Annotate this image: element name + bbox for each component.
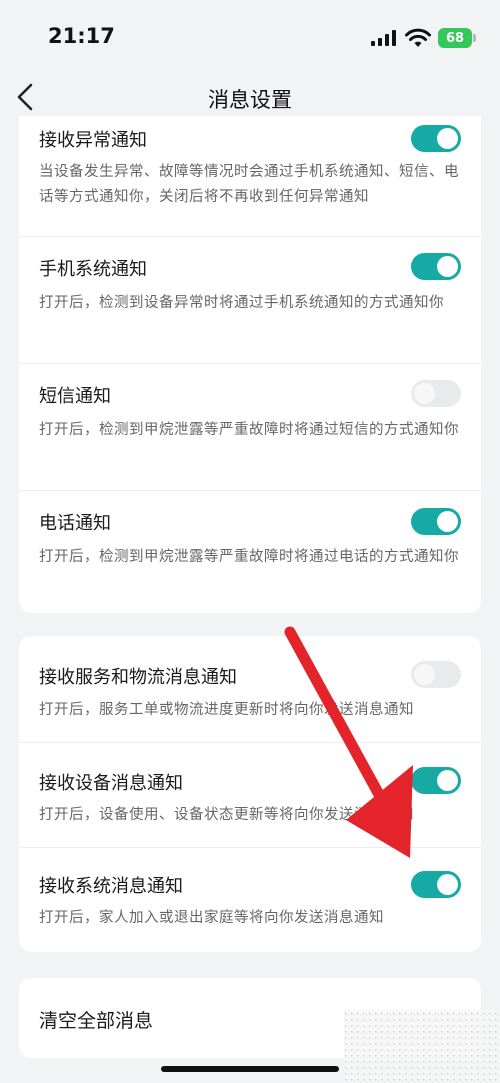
setting-title: 手机系统通知	[39, 259, 147, 280]
setting-row-sms-notify: 短信通知 打开后，检测到甲烷泄露等严重故障时将通过短信的方式通知你	[19, 364, 481, 490]
system-notify-toggle[interactable]	[411, 253, 461, 280]
setting-title: 接收异常通知	[39, 130, 147, 151]
setting-description: 打开后，家人加入或退出家庭等将向你发送消息通知	[39, 910, 384, 926]
cellular-signal-icon	[371, 30, 396, 46]
setting-title: 电话通知	[39, 513, 111, 534]
setting-description: 打开后，检测到甲烷泄露等严重故障时将通过电话的方式通知你	[39, 549, 459, 565]
setting-row-abnormal-notify: 接收异常通知 当设备发生异常、故障等情况时会通过手机系统通知、短信、电话等方式通…	[19, 116, 481, 236]
setting-description: 当设备发生异常、故障等情况时会通过手机系统通知、短信、电话等方式通知你，关闭后将…	[39, 164, 459, 205]
message-settings-card: 接收服务和物流消息通知 打开后，服务工单或物流进度更新时将向你发送消息通知 接收…	[19, 636, 481, 952]
toggle-knob	[414, 664, 435, 685]
toggle-knob	[437, 256, 458, 277]
home-indicator	[161, 1066, 339, 1072]
phone-notify-toggle[interactable]	[411, 508, 461, 535]
toggle-knob	[437, 128, 458, 149]
setting-row-system-messages: 接收系统消息通知 打开后，家人加入或退出家庭等将向你发送消息通知	[19, 848, 481, 952]
setting-title: 短信通知	[39, 386, 111, 407]
setting-row-phone-notify: 电话通知 打开后，检测到甲烷泄露等严重故障时将通过电话的方式通知你	[19, 491, 481, 613]
setting-title: 接收设备消息通知	[39, 773, 183, 794]
clear-all-messages-button[interactable]: 清空全部消息	[39, 1006, 153, 1033]
service-logistics-toggle[interactable]	[411, 661, 461, 688]
device-messages-toggle[interactable]	[411, 767, 461, 794]
battery-level: 68	[445, 30, 465, 46]
setting-row-service-logistics: 接收服务和物流消息通知 打开后，服务工单或物流进度更新时将向你发送消息通知	[19, 636, 481, 742]
abnormal-notify-toggle[interactable]	[411, 125, 461, 152]
setting-title: 接收服务和物流消息通知	[39, 667, 237, 688]
setting-description: 打开后，检测到设备异常时将通过手机系统通知的方式通知你	[39, 295, 444, 311]
setting-description: 打开后，设备使用、设备状态更新等将向你发送消息通知	[39, 807, 414, 823]
battery-cap	[473, 34, 476, 42]
watermark-pattern	[344, 1010, 500, 1083]
battery-charging-icon: 68	[438, 28, 472, 48]
setting-row-system-notify: 手机系统通知 打开后，检测到设备异常时将通过手机系统通知的方式通知你	[19, 237, 481, 363]
toggle-knob	[437, 770, 458, 791]
system-messages-toggle[interactable]	[411, 871, 461, 898]
alert-settings-card: 接收异常通知 当设备发生异常、故障等情况时会通过手机系统通知、短信、电话等方式通…	[19, 116, 481, 613]
setting-row-device-messages: 接收设备消息通知 打开后，设备使用、设备状态更新等将向你发送消息通知	[19, 743, 481, 847]
page-title: 消息设置	[208, 88, 292, 112]
setting-title: 接收系统消息通知	[39, 876, 183, 897]
sms-notify-toggle[interactable]	[411, 380, 461, 407]
status-bar: 21:17 68	[0, 0, 500, 78]
setting-description: 打开后，检测到甲烷泄露等严重故障时将通过短信的方式通知你	[39, 422, 459, 438]
toggle-knob	[414, 383, 435, 404]
wifi-icon	[405, 28, 431, 47]
setting-description: 打开后，服务工单或物流进度更新时将向你发送消息通知	[39, 702, 414, 718]
toggle-knob	[437, 874, 458, 895]
status-time: 21:17	[48, 24, 115, 48]
toggle-knob	[437, 511, 458, 532]
